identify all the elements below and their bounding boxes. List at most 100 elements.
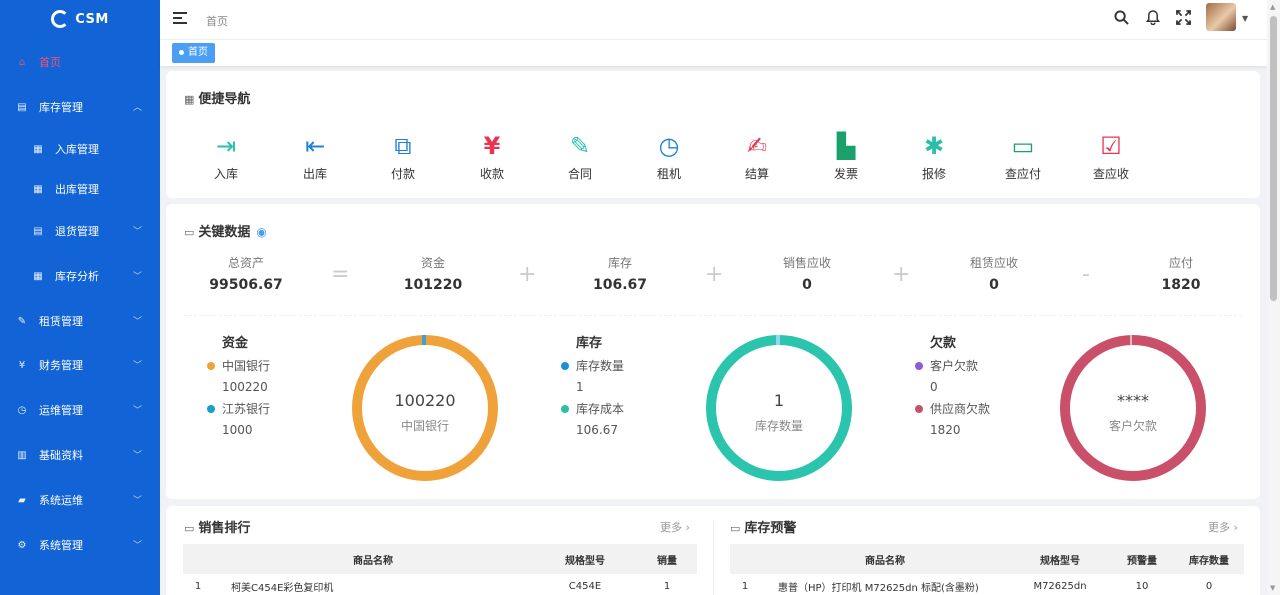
divider	[713, 521, 714, 595]
scrollbar-thumb[interactable]	[1270, 16, 1277, 301]
quick-nav-card: ▦ 便捷导航 ⇥ 入库 ⇤ 出库 ⧉ 付款 ¥ 收款 ✎ 合同 ◷ 租机 ✍ 结算 ▙ 发票 ✱ 报…	[166, 71, 1260, 198]
stock-alert-more-link[interactable]: 更多 ›	[1208, 519, 1238, 535]
sidebar-item-outbound[interactable]: ▦ 出库管理	[0, 169, 160, 209]
sidebar-item-inventory-analysis[interactable]: ▦ 库存分析 ﹀	[0, 256, 160, 296]
kpi-funds: 资金 101220	[403, 256, 463, 293]
chevron-down-icon: ﹀	[132, 406, 142, 416]
scroll-up-icon[interactable]: ▲	[1270, 3, 1275, 11]
sales-rank-table: 商品名称 规格型号 销量 1 柯美C454E彩色复印机 C454E 1	[183, 544, 697, 595]
stock-alert-table: 商品名称 规格型号 预警量 库存数量 1 惠普（HP）打印机 M72625dn 标配(含…	[730, 544, 1244, 595]
sidebar-item-inbound[interactable]: ▦ 入库管理	[0, 129, 160, 169]
scroll-down-icon[interactable]: ▼	[1270, 584, 1275, 592]
menu-toggle-icon[interactable]	[173, 12, 187, 24]
rental-icon: ◷	[658, 132, 680, 160]
quick-nav-label: 付款	[390, 167, 415, 181]
ring-label: 中国银行	[400, 419, 449, 433]
sidebar-item-label: 首页	[39, 56, 61, 69]
receivable-icon: ☑	[1100, 132, 1122, 160]
invoice-icon: ▙	[836, 132, 856, 160]
operator-plus: +	[892, 262, 911, 287]
search-icon[interactable]	[1114, 10, 1129, 29]
fullscreen-icon[interactable]	[1176, 10, 1191, 29]
contract-icon: ✎	[569, 132, 591, 160]
legend-dot	[207, 362, 215, 370]
funds-ring-chart: 100220 中国银行	[352, 335, 498, 481]
divider	[184, 315, 1242, 316]
chevron-down-icon: ﹀	[132, 541, 142, 551]
chevron-up-icon: ︿	[132, 103, 142, 113]
quick-nav-inbound[interactable]: ⇥ 入库	[191, 131, 261, 182]
operator-equals: =	[331, 262, 350, 287]
quick-nav-payables[interactable]: ▭ 查应付	[988, 131, 1058, 182]
quick-nav-outbound[interactable]: ⇤ 出库	[280, 131, 350, 182]
sidebar-item-system-ops[interactable]: ▰ 系统运维 ﹀	[0, 480, 160, 520]
gear-icon: ⚙	[17, 539, 27, 551]
sidebar-item-basic-data[interactable]: ▥ 基础资料 ﹀	[0, 435, 160, 475]
legend-dot	[915, 362, 923, 370]
bell-icon[interactable]	[1145, 10, 1161, 29]
tab-bar: 首页	[160, 40, 1267, 66]
breadcrumb[interactable]: 首页	[206, 13, 228, 29]
sales-rank-title: ▭ 销售排行	[184, 521, 251, 536]
sidebar-item-label: 基础资料	[39, 449, 83, 462]
quick-nav-receivables[interactable]: ☑ 查应收	[1076, 131, 1146, 182]
logo-icon	[51, 10, 70, 28]
sidebar-item-label: 系统管理	[39, 539, 83, 552]
quick-nav-settle[interactable]: ✍ 结算	[722, 131, 792, 182]
quick-nav-label: 报修	[921, 167, 946, 181]
document-icon: ▤	[33, 225, 43, 237]
chevron-down-icon: ﹀	[132, 496, 142, 506]
sidebar-item-label: 系统运维	[39, 494, 83, 507]
clock-icon: ◷	[17, 404, 27, 416]
sidebar-item-finance[interactable]: ¥ 财务管理 ﹀	[0, 345, 160, 385]
home-icon: ⌂	[18, 56, 26, 68]
table-row[interactable]: 1 柯美C454E彩色复印机 C454E 1	[183, 574, 697, 595]
sidebar-item-system-admin[interactable]: ⚙ 系统管理 ﹀	[0, 525, 160, 565]
caret-down-icon[interactable]: ▼	[1242, 14, 1248, 23]
legend-dot	[561, 362, 569, 370]
avatar[interactable]	[1206, 3, 1236, 31]
chart-icon: ▭	[184, 226, 195, 239]
outbound-icon: ⇤	[304, 132, 326, 160]
kpi-inventory: 库存 106.67	[592, 256, 648, 293]
sidebar-item-home[interactable]: ⌂ 首页	[0, 42, 160, 82]
stock-alert-title: ▭ 库存预警	[730, 521, 797, 536]
legend-dot	[561, 405, 569, 413]
ring-value: 1	[773, 391, 785, 410]
kpi-sales-receivable: 销售应收 0	[782, 256, 831, 293]
inbound-icon: ⇥	[215, 132, 237, 160]
tab-label: 首页	[188, 47, 208, 58]
table-row[interactable]: 1 惠普（HP）打印机 M72625dn 标配(含墨粉) M72625dn 10 0	[730, 574, 1244, 595]
quick-nav-invoice[interactable]: ▙ 发票	[811, 131, 881, 182]
chevron-down-icon: ﹀	[132, 317, 142, 327]
quick-nav-rental[interactable]: ◷ 租机	[634, 131, 704, 182]
inventory-group: 库存 库存数量 1 库存成本 106.67	[561, 332, 624, 437]
ring-segment	[776, 335, 780, 345]
sidebar-item-returns[interactable]: ▤ 退货管理 ﹀	[0, 211, 160, 251]
payment-icon: ⧉	[394, 132, 412, 160]
sidebar-item-label: 库存分析	[55, 270, 99, 283]
sidebar-item-label: 库存管理	[39, 101, 83, 114]
quick-nav-payment[interactable]: ⧉ 付款	[368, 131, 438, 182]
eye-icon[interactable]: ◉	[256, 225, 266, 239]
quick-nav-label: 合同	[567, 167, 592, 181]
sidebar-item-leasing[interactable]: ✎ 租赁管理 ﹀	[0, 301, 160, 341]
quick-nav-contract[interactable]: ✎ 合同	[545, 131, 615, 182]
yen-icon: ¥	[483, 132, 501, 160]
topbar: 首页 ▼	[160, 0, 1267, 40]
ring-segment	[422, 335, 426, 345]
logo[interactable]: CSM	[0, 0, 160, 38]
operator-plus: +	[705, 262, 724, 287]
sidebar: CSM ⌂ 首页 ▤ 库存管理 ︿ ▦ 入库管理 ▦ 出库管理 ▤ 退货管理 ﹀ ▦ 库存分析 ﹀…	[0, 0, 160, 595]
sidebar-item-inventory[interactable]: ▤ 库存管理 ︿	[0, 87, 160, 127]
tab-home[interactable]: 首页	[172, 43, 215, 63]
sidebar-item-operations[interactable]: ◷ 运维管理 ﹀	[0, 390, 160, 430]
document-icon: ▤	[17, 101, 27, 113]
folder-icon: ▰	[18, 494, 26, 506]
grid-icon: ▦	[33, 270, 43, 282]
sales-rank-more-link[interactable]: 更多 ›	[660, 519, 690, 535]
quick-nav-receipt[interactable]: ¥ 收款	[457, 131, 527, 182]
apps-icon: ▦	[184, 93, 195, 106]
vertical-scrollbar[interactable]: ▲ ▼	[1267, 0, 1280, 595]
quick-nav-repair[interactable]: ✱ 报修	[899, 131, 969, 182]
